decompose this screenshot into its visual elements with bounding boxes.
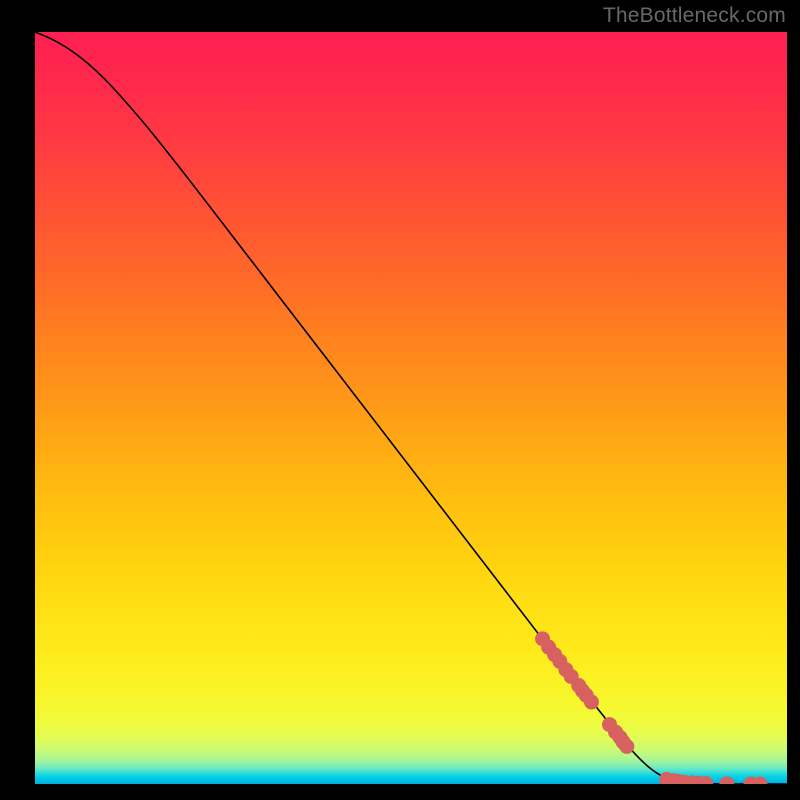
curve-line (35, 32, 787, 784)
plot-area (35, 32, 787, 784)
watermark-text: TheBottleneck.com (603, 4, 786, 28)
chart-overlay (35, 32, 787, 784)
data-marker (584, 695, 599, 710)
chart-container: TheBottleneck.com (0, 0, 800, 800)
data-marker (619, 739, 634, 754)
data-marker (719, 776, 734, 784)
marker-group (535, 631, 767, 784)
